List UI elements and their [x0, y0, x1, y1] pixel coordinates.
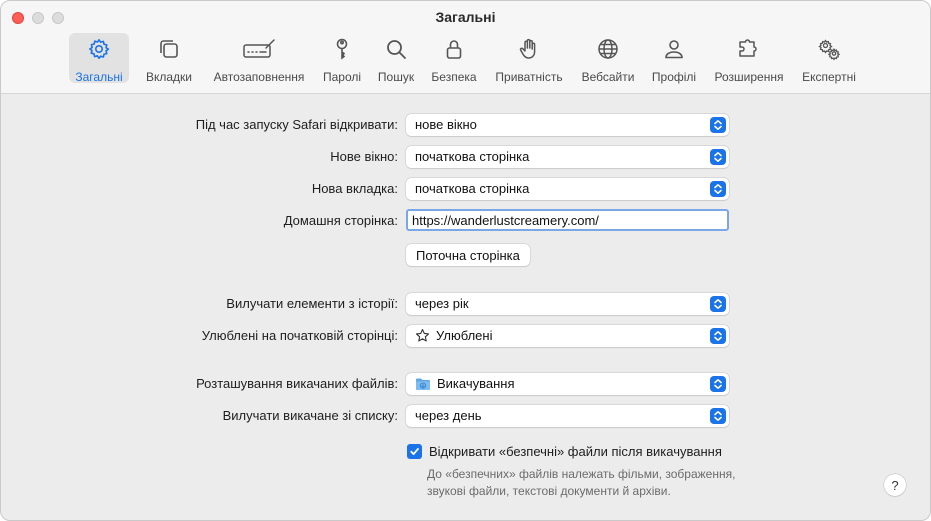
chevron-updown-icon — [710, 376, 726, 392]
new-tab-label: Нова вкладка: — [311, 181, 398, 196]
tab-search[interactable]: Пошук — [372, 33, 420, 84]
safe-files-note-line1: До «безпечних» файлів належать фільми, з… — [427, 467, 736, 481]
globe-icon — [596, 33, 620, 66]
download-location-label: Розташування викачаних файлів: — [196, 376, 398, 391]
new-window-popup[interactable]: початкова сторінка — [406, 146, 729, 168]
tab-extensions[interactable]: Розширення — [708, 33, 790, 84]
tab-search-label: Пошук — [377, 70, 415, 84]
person-icon — [662, 33, 686, 66]
download-location-value: Викачування — [437, 376, 515, 391]
tab-profiles[interactable]: Профілі — [646, 33, 702, 84]
toolbar: Загальні Загальні Вкладки Автозаповнення… — [1, 1, 930, 94]
tab-privacy[interactable]: Приватність — [489, 33, 569, 84]
remove-downloads-value: через день — [415, 408, 482, 423]
chevron-updown-icon — [710, 181, 726, 197]
new-window-value: початкова сторінка — [415, 149, 530, 164]
tab-tabs-label: Вкладки — [145, 70, 193, 84]
tab-security-label: Безпека — [431, 70, 477, 84]
autofill-icon — [242, 33, 276, 66]
tab-passwords[interactable]: Паролі — [317, 33, 367, 84]
star-icon — [415, 328, 430, 343]
safe-files-note-line2: звукові файли, текстові документи й архі… — [427, 484, 671, 498]
homepage-input[interactable] — [412, 212, 722, 228]
current-page-button[interactable]: Поточна сторінка — [406, 244, 530, 266]
new-tab-popup[interactable]: початкова сторінка — [406, 178, 729, 200]
tabs-icon — [157, 33, 181, 66]
tab-websites[interactable]: Вебсайти — [575, 33, 641, 84]
open-safe-files-checkbox[interactable] — [407, 444, 422, 459]
new-window-label: Нове вікно: — [330, 149, 398, 164]
general-pane: Під час запуску Safari відкривати: нове … — [1, 94, 930, 520]
hand-icon — [517, 33, 541, 66]
lock-icon — [442, 33, 466, 66]
favorites-popup[interactable]: Улюблені — [406, 325, 729, 347]
gears-icon — [817, 33, 841, 66]
open-safe-files-label[interactable]: Відкривати «безпечні» файли після викачу… — [429, 444, 722, 459]
downloads-folder-icon — [415, 377, 431, 391]
remove-history-popup[interactable]: через рік — [406, 293, 729, 315]
tab-privacy-label: Приватність — [495, 70, 563, 84]
checkmark-icon — [409, 446, 420, 457]
tab-security[interactable]: Безпека — [424, 33, 484, 84]
chevron-updown-icon — [710, 296, 726, 312]
search-icon — [384, 33, 408, 66]
open-with-value: нове вікно — [415, 117, 477, 132]
chevron-updown-icon — [710, 408, 726, 424]
remove-downloads-popup[interactable]: через день — [406, 405, 729, 427]
gear-icon — [87, 33, 111, 66]
tab-profiles-label: Профілі — [651, 70, 697, 84]
new-tab-value: початкова сторінка — [415, 181, 530, 196]
tab-tabs[interactable]: Вкладки — [141, 33, 197, 84]
preferences-window: Загальні Загальні Вкладки Автозаповнення… — [0, 0, 931, 521]
remove-downloads-label: Вилучати викачане зі списку: — [222, 408, 398, 423]
help-button[interactable]: ? — [884, 474, 906, 496]
safe-files-note: До «безпечних» файлів належать фільми, з… — [427, 466, 735, 500]
chevron-updown-icon — [710, 149, 726, 165]
chevron-updown-icon — [710, 117, 726, 133]
remove-history-label: Вилучати елементи з історії: — [226, 296, 398, 311]
remove-history-value: через рік — [415, 296, 469, 311]
homepage-label: Домашня сторінка: — [283, 213, 398, 228]
tab-autofill-label: Автозаповнення — [213, 70, 305, 84]
open-with-label: Під час запуску Safari відкривати: — [195, 117, 398, 132]
tab-autofill[interactable]: Автозаповнення — [207, 33, 311, 84]
tab-extensions-label: Розширення — [714, 70, 784, 84]
window-title: Загальні — [435, 9, 496, 25]
chevron-updown-icon — [710, 328, 726, 344]
open-with-popup[interactable]: нове вікно — [406, 114, 729, 136]
tab-websites-label: Вебсайти — [581, 70, 635, 84]
homepage-field[interactable] — [406, 209, 729, 231]
tab-general-label: Загальні — [75, 70, 123, 84]
download-location-popup[interactable]: Викачування — [406, 373, 729, 395]
favorites-value: Улюблені — [436, 328, 493, 343]
key-icon — [330, 33, 354, 66]
tab-advanced[interactable]: Експертні — [796, 33, 862, 84]
tab-general[interactable]: Загальні — [69, 33, 129, 84]
tab-passwords-label: Паролі — [322, 70, 362, 84]
puzzle-icon — [737, 33, 761, 66]
favorites-label: Улюблені на початковій сторінці: — [201, 328, 398, 343]
tab-advanced-label: Експертні — [802, 70, 856, 84]
